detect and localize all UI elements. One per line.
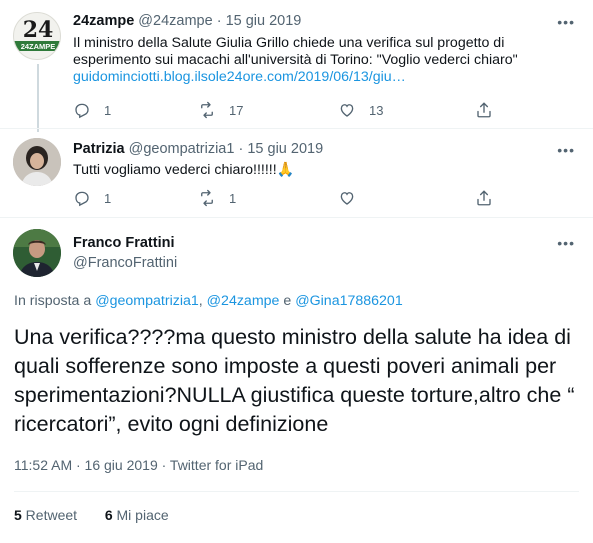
tweet-date[interactable]: 15 giu 2019 [226, 13, 302, 29]
retweet-total: 5 [14, 507, 22, 523]
tweet-patrizia[interactable]: Patrizia @geompatrizia1 · 15 giu 2019 ••… [0, 128, 593, 218]
more-icon[interactable]: ••• [557, 235, 575, 251]
avatar[interactable] [13, 138, 61, 186]
reply-context: In risposta a @geompatrizia1, @24zampe e… [14, 293, 403, 309]
mention-separator: , [198, 293, 207, 309]
tweet-date[interactable]: 15 giu 2019 [247, 141, 323, 157]
like-button[interactable]: 13 [338, 101, 383, 119]
tweet-meta[interactable]: 11:52 AM · 16 giu 2019 · Twitter for iPa… [14, 457, 263, 473]
author-handle[interactable]: @FrancoFrattini [73, 253, 177, 273]
tweet-actions: 1 17 13 [73, 101, 493, 121]
like-stat[interactable]: 6 Mi piace [105, 507, 169, 523]
like-icon [340, 104, 354, 117]
mention-link[interactable]: @Gina17886201 [295, 293, 403, 309]
reply-icon [75, 191, 89, 207]
tweet-link[interactable]: guidominciotti.blog.ilsole24ore.com/2019… [73, 69, 406, 85]
mention-link[interactable]: @geompatrizia1 [95, 293, 199, 309]
retweet-stat-label: Retweet [21, 507, 78, 523]
like-button[interactable] [338, 189, 356, 207]
retweet-button[interactable]: 1 [198, 189, 236, 207]
reply-button[interactable]: 1 [73, 189, 111, 207]
like-stat-label: Mi piace [112, 507, 169, 523]
reply-count: 1 [104, 102, 112, 118]
retweet-button[interactable]: 17 [198, 101, 243, 119]
share-icon [477, 190, 491, 206]
share-icon [477, 102, 491, 118]
author-block[interactable]: Franco Frattini @FrancoFrattini [73, 233, 177, 273]
more-icon[interactable]: ••• [557, 14, 575, 30]
reply-count: 1 [104, 190, 112, 206]
svg-text:24ZAMPE: 24ZAMPE [21, 42, 56, 51]
user-photo-icon [13, 229, 61, 277]
engagement-stats: 5 Retweet 6 Mi piace [14, 507, 169, 523]
author-handle[interactable]: @24zampe [138, 13, 212, 29]
tweet-text: Il ministro della Salute Giulia Grillo c… [73, 35, 573, 86]
author-name[interactable]: Patrizia [73, 141, 125, 157]
user-photo-icon [13, 138, 61, 186]
24zampe-logo-icon: 24 24ZAMPE [14, 17, 60, 51]
retweet-icon [201, 101, 213, 119]
separator-dot: · [216, 13, 222, 29]
share-button[interactable] [475, 189, 493, 207]
share-button[interactable] [475, 101, 493, 119]
reply-button[interactable]: 1 [73, 101, 111, 119]
more-icon[interactable]: ••• [557, 142, 575, 158]
retweet-stat[interactable]: 5 Retweet [14, 507, 77, 523]
author-name[interactable]: Franco Frattini [73, 233, 177, 253]
like-icon [340, 192, 354, 205]
like-total: 6 [104, 507, 113, 523]
mention-link[interactable]: @24zampe [207, 293, 280, 309]
like-count: 13 [369, 102, 384, 118]
divider [14, 491, 579, 492]
author-name[interactable]: 24zampe [73, 13, 134, 29]
tweet-body: Il ministro della Salute Giulia Grillo c… [73, 35, 518, 68]
author-handle[interactable]: @geompatrizia1 [129, 141, 235, 157]
reply-prefix: In risposta a [14, 293, 96, 309]
tweet-text: Tutti vogliamo vederci chiaro!!!!!!🙏 [73, 162, 295, 178]
retweet-count: 1 [229, 190, 237, 206]
separator-dot: · [238, 141, 244, 157]
retweet-icon [201, 189, 213, 207]
reply-icon [75, 103, 89, 119]
main-tweet-text: Una verifica????ma questo ministro della… [14, 325, 575, 436]
mention-separator: e [279, 293, 296, 309]
tweet-header: Patrizia @geompatrizia1 · 15 giu 2019 [73, 141, 323, 157]
svg-text:24: 24 [23, 17, 54, 43]
tweet-actions: 1 1 [73, 189, 493, 209]
tweet-header: 24zampe @24zampe · 15 giu 2019 [73, 13, 301, 29]
tweet-24zampe[interactable]: 24 24ZAMPE 24zampe @24zampe · 15 giu 201… [0, 0, 593, 130]
avatar[interactable]: 24 24ZAMPE [13, 12, 61, 60]
avatar[interactable] [13, 229, 61, 277]
retweet-count: 17 [229, 102, 244, 118]
